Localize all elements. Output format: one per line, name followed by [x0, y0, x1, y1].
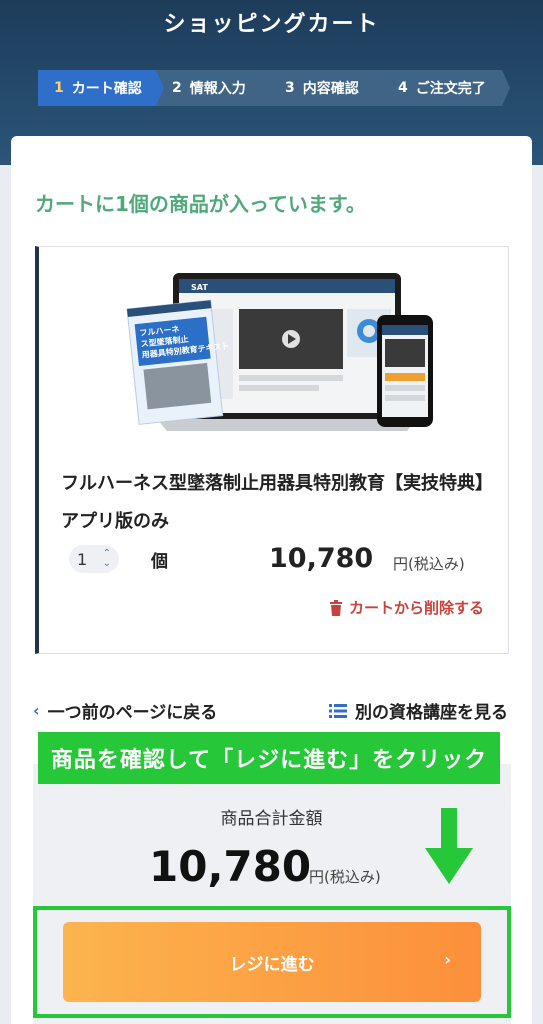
step-label: 内容確認	[302, 81, 359, 97]
stepper-icon: ⌃ ⌄	[102, 548, 111, 569]
page-title: ショッピングカート	[163, 12, 380, 37]
quantity-stepper[interactable]: 1 ⌃ ⌄	[69, 545, 119, 573]
quantity-unit: 個	[151, 552, 168, 572]
cart-card: カートに1個の商品が入っています。 SAT フルハーネス型墜落制止用器具特別教育…	[11, 136, 532, 1024]
list-icon	[329, 703, 347, 718]
total-price: 10,780	[149, 842, 312, 891]
remove-label: カートから削除する	[348, 599, 484, 617]
step-info: 2 情報入力	[156, 70, 284, 106]
other-courses-link[interactable]: 別の資格講座を見る	[329, 698, 508, 723]
checkout-label: レジに進む	[229, 954, 315, 975]
product-image-logo: SAT	[191, 283, 208, 292]
chevron-right-icon: ›	[444, 950, 451, 969]
step-label: カート確認	[71, 81, 142, 97]
back-link[interactable]: ‹ 一つ前のページに戻る	[33, 698, 217, 723]
arrow-down-icon	[425, 808, 473, 884]
quantity-value: 1	[77, 549, 88, 569]
remove-from-cart-link[interactable]: カートから削除する	[329, 597, 484, 618]
other-courses-label: 別の資格講座を見る	[355, 703, 508, 723]
back-label: 一つ前のページに戻る	[47, 703, 218, 723]
step-confirm: 3 内容確認	[269, 70, 397, 106]
chevron-left-icon: ‹	[33, 701, 40, 720]
cart-message: カートに1個の商品が入っています。	[35, 192, 366, 216]
step-label: ご注文完了	[415, 81, 486, 97]
cart-item: SAT フルハーネス型墜落制止用器具特別教育テキスト フルハーネス型墜落制止用器…	[35, 246, 509, 654]
item-price: 10,780	[269, 543, 374, 574]
trash-icon	[329, 599, 342, 616]
step-label: 情報入力	[189, 81, 246, 97]
step-complete: 4 ご注文完了	[382, 70, 510, 106]
step-cart: 1 カート確認	[38, 70, 166, 106]
checkout-button[interactable]: レジに進む ›	[63, 922, 481, 1002]
checkout-steps: 1 カート確認 2 情報入力 3 内容確認 4 ご注文完了	[38, 70, 512, 106]
product-name: フルハーネス型墜落制止用器具特別教育【実技特典】アプリ版のみ	[61, 473, 493, 532]
total-price-unit: 円(税込み)	[309, 868, 381, 886]
product-image: SAT フルハーネス型墜落制止用器具特別教育テキスト	[126, 273, 433, 431]
instruction-banner: 商品を確認して「レジに進む」をクリック	[38, 732, 500, 784]
item-price-unit: 円(税込み)	[393, 555, 465, 573]
